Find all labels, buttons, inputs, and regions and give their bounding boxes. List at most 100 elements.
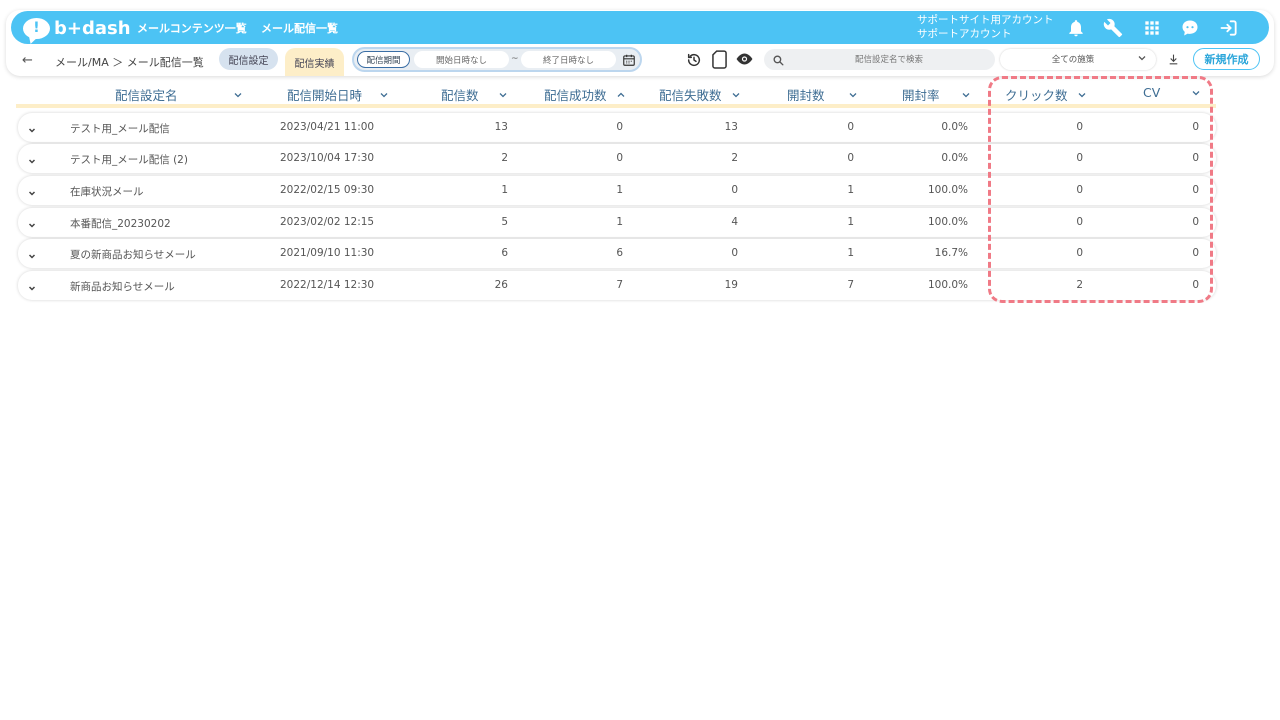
expand-chevron-icon[interactable] [26, 247, 38, 259]
cell-name[interactable]: 在庫状況メール [70, 184, 144, 199]
logout-icon[interactable] [1219, 18, 1239, 38]
cell-success: 7 [616, 279, 623, 291]
cell-start-datetime: 2021/09/10 11:30 [280, 247, 375, 259]
table-row[interactable]: テスト用_メール配信 (2) 2023/10/04 17:30 2 0 2 0 … [18, 144, 1216, 173]
expand-chevron-icon[interactable] [26, 216, 38, 228]
cell-name[interactable]: 夏の新商品お知らせメール [70, 247, 196, 262]
cell-sent: 13 [494, 121, 508, 133]
column-header-start-datetime[interactable]: 配信開始日時 [287, 85, 390, 104]
eye-icon[interactable] [735, 51, 754, 67]
table-row[interactable]: テスト用_メール配信 2023/04/21 11:00 13 0 13 0 0.… [18, 113, 1216, 142]
cell-open-rate: 100.0% [927, 216, 968, 228]
expand-chevron-icon[interactable] [26, 279, 38, 291]
cell-failed: 2 [731, 152, 738, 164]
cell-opened: 0 [847, 121, 854, 133]
chevron-down-icon [1136, 52, 1148, 64]
cell-sent: 2 [501, 152, 508, 164]
column-header-success[interactable]: 配信成功数 [544, 85, 627, 104]
column-header-clicks[interactable]: クリック数 [1005, 85, 1088, 104]
table-row[interactable]: 夏の新商品お知らせメール 2021/09/10 11:30 6 6 0 1 16… [18, 239, 1216, 268]
account-site: サポートサイト用アカウント [917, 14, 1054, 26]
chevron-down-icon [234, 92, 241, 97]
column-header-open-rate[interactable]: 開封率 [902, 85, 972, 104]
logo-text: b+dash [54, 17, 131, 39]
chat-support-icon[interactable] [1180, 18, 1200, 38]
column-label: クリック数 [1005, 88, 1068, 103]
cell-success: 0 [616, 152, 623, 164]
chevron-down-icon [1192, 90, 1200, 95]
column-label: 開封率 [902, 88, 940, 103]
cell-clicks: 0 [1076, 184, 1083, 196]
cell-failed: 13 [724, 121, 738, 133]
calendar-icon[interactable] [622, 52, 636, 66]
cell-cv: 0 [1192, 247, 1199, 259]
account-name: サポートアカウント [917, 28, 1012, 40]
cell-name[interactable]: テスト用_メール配信 [70, 121, 170, 136]
chevron-down-icon [962, 92, 969, 97]
wrench-icon[interactable] [1103, 18, 1123, 38]
cell-cv: 0 [1192, 152, 1199, 164]
chevron-down-icon [1078, 92, 1085, 97]
document-icon[interactable] [711, 49, 727, 69]
start-date-field[interactable]: 開始日時なし [414, 51, 509, 68]
cell-start-datetime: 2023/02/02 12:15 [280, 216, 375, 228]
new-create-button[interactable]: 新規作成 [1193, 48, 1260, 70]
cell-clicks: 2 [1076, 279, 1083, 291]
cell-failed: 0 [731, 247, 738, 259]
cell-clicks: 0 [1076, 247, 1083, 259]
cell-opened: 1 [847, 216, 854, 228]
top-navigation-bar: ! b+dash メールコンテンツ一覧 メール配信一覧 サポートサイト用アカウン… [11, 11, 1269, 44]
cell-name[interactable]: 新商品お知らせメール [70, 279, 175, 294]
cell-sent: 6 [501, 247, 508, 259]
bell-icon[interactable] [1066, 18, 1086, 38]
cell-clicks: 0 [1076, 121, 1083, 133]
cell-success: 0 [616, 121, 623, 133]
cell-name[interactable]: テスト用_メール配信 (2) [70, 152, 188, 167]
logo-bubble-icon: ! [23, 17, 50, 39]
column-header-failed[interactable]: 配信失敗数 [659, 85, 742, 104]
end-date-field[interactable]: 終了日時なし [521, 51, 616, 68]
cell-opened: 7 [847, 279, 854, 291]
chevron-down-icon [499, 92, 506, 97]
history-icon[interactable] [685, 51, 702, 68]
campaign-filter-select[interactable]: 全ての施策 [1000, 49, 1156, 70]
cell-open-rate: 16.7% [934, 247, 968, 259]
cell-clicks: 0 [1076, 216, 1083, 228]
tab-delivery-settings[interactable]: 配信設定 [219, 48, 278, 70]
nav-mail-contents[interactable]: メールコンテンツ一覧 [137, 20, 247, 36]
tab-delivery-results[interactable]: 配信実績 [285, 48, 344, 76]
cell-failed: 0 [731, 184, 738, 196]
cell-open-rate: 100.0% [927, 279, 968, 291]
nav-mail-deliveries[interactable]: メール配信一覧 [261, 20, 338, 36]
column-header-cv[interactable]: CV [1143, 85, 1202, 100]
search-input[interactable] [794, 51, 984, 68]
expand-chevron-icon[interactable] [26, 121, 38, 133]
column-header-name[interactable]: 配信設定名 [115, 85, 244, 104]
search-box [764, 49, 995, 70]
account-info[interactable]: サポートサイト用アカウント サポートアカウント [917, 13, 1054, 41]
back-arrow-icon[interactable]: ← [22, 53, 33, 68]
download-icon[interactable] [1166, 52, 1181, 67]
chevron-down-icon [849, 92, 856, 97]
column-header-opened[interactable]: 開封数 [787, 85, 859, 104]
table-row[interactable]: 本番配信_20230202 2023/02/02 12:15 5 1 4 1 1… [18, 208, 1216, 237]
bdash-logo[interactable]: ! b+dash [23, 16, 131, 40]
expand-chevron-icon[interactable] [26, 152, 38, 164]
column-header-sent[interactable]: 配信数 [441, 85, 509, 104]
table-row[interactable]: 新商品お知らせメール 2022/12/14 12:30 26 7 19 7 10… [18, 271, 1216, 300]
cell-start-datetime: 2023/10/04 17:30 [280, 152, 375, 164]
cell-start-datetime: 2022/12/14 12:30 [280, 279, 375, 291]
cell-clicks: 0 [1076, 152, 1083, 164]
cell-success: 6 [616, 247, 623, 259]
cell-name[interactable]: 本番配信_20230202 [70, 216, 171, 231]
table-header: 配信設定名 配信開始日時 配信数 配信成功数 配信失敗数 開封数 開封率 クリッ… [16, 80, 1216, 108]
expand-chevron-icon[interactable] [26, 184, 38, 196]
cell-open-rate: 0.0% [941, 152, 968, 164]
apps-grid-icon[interactable] [1142, 18, 1162, 38]
chevron-down-icon [732, 92, 739, 97]
delivery-period-label[interactable]: 配信期間 [357, 51, 410, 68]
column-label: 開封数 [787, 88, 825, 103]
table-row[interactable]: 在庫状況メール 2022/02/15 09:30 1 1 0 1 100.0% … [18, 176, 1216, 205]
column-label: 配信数 [441, 88, 479, 103]
cell-start-datetime: 2023/04/21 11:00 [280, 121, 375, 133]
